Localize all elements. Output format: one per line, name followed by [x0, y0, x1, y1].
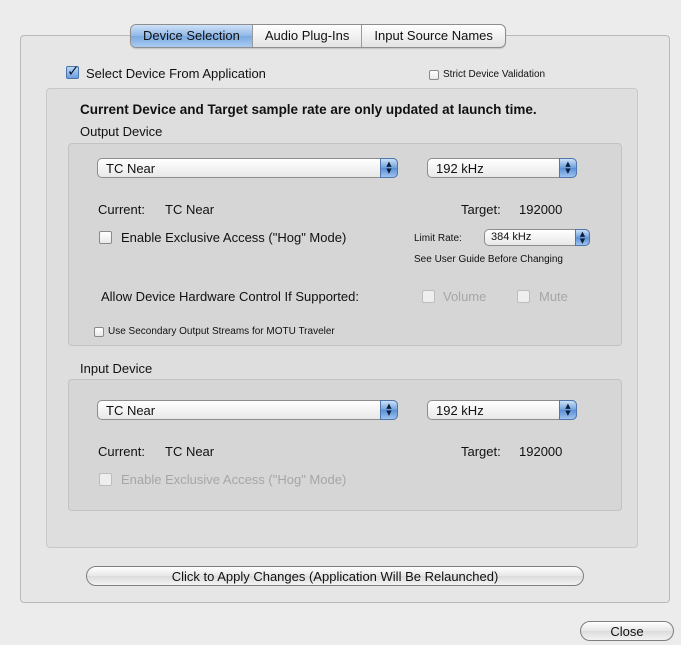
select-device-label: Select Device From Application — [86, 66, 266, 81]
mute-checkbox[interactable] — [517, 290, 530, 303]
limit-rate-label: Limit Rate: — [414, 233, 462, 244]
output-hog-mode-checkbox[interactable] — [99, 231, 112, 244]
input-current-label: Current: — [98, 444, 145, 459]
output-rate-popup[interactable]: 192 kHz ▲ ▼ — [427, 158, 577, 178]
input-hog-mode-label: Enable Exclusive Access ("Hog" Mode) — [121, 472, 347, 487]
user-guide-note: See User Guide Before Changing — [414, 254, 563, 265]
launch-time-notice: Current Device and Target sample rate ar… — [80, 102, 537, 117]
tab-bar: Device Selection Audio Plug-Ins Input So… — [130, 24, 506, 48]
secondary-streams-label: Use Secondary Output Streams for MOTU Tr… — [108, 326, 335, 337]
input-rate-popup[interactable]: 192 kHz ▲ ▼ — [427, 400, 577, 420]
limit-rate-popup[interactable]: 384 kHz ▲ ▼ — [484, 229, 590, 246]
output-device-group-label: Output Device — [80, 124, 163, 139]
hw-control-label: Allow Device Hardware Control If Support… — [101, 289, 359, 304]
input-current-value: TC Near — [165, 444, 215, 459]
limit-rate-value: 384 kHz — [491, 231, 532, 243]
output-device-value: TC Near — [106, 161, 156, 176]
input-hog-mode-checkbox[interactable] — [99, 473, 112, 486]
secondary-streams-checkbox[interactable] — [94, 327, 104, 337]
mute-label: Mute — [539, 289, 568, 304]
input-device-value: TC Near — [106, 403, 156, 418]
output-target-value: 192000 — [519, 202, 563, 217]
close-button[interactable]: Close — [580, 621, 674, 641]
strict-validation-checkbox[interactable] — [429, 70, 439, 80]
output-hog-mode-label: Enable Exclusive Access ("Hog" Mode) — [121, 230, 347, 245]
output-rate-value: 192 kHz — [436, 161, 484, 176]
input-target-value: 192000 — [519, 444, 563, 459]
tab-audio-plugins[interactable]: Audio Plug-Ins — [251, 25, 362, 47]
input-rate-value: 192 kHz — [436, 403, 484, 418]
up-down-arrows-icon: ▲ ▼ — [559, 400, 577, 420]
output-target-label: Target: — [461, 202, 501, 217]
up-down-arrows-icon: ▲ ▼ — [380, 158, 398, 178]
up-down-arrows-icon: ▲ ▼ — [559, 158, 577, 178]
tab-input-source-names[interactable]: Input Source Names — [361, 25, 505, 47]
up-down-arrows-icon: ▲ ▼ — [380, 400, 398, 420]
output-current-label: Current: — [98, 202, 145, 217]
volume-label: Volume — [443, 289, 487, 304]
input-device-group-label: Input Device — [80, 361, 153, 376]
input-target-label: Target: — [461, 444, 501, 459]
output-device-popup[interactable]: TC Near ▲ ▼ — [97, 158, 398, 178]
input-device-popup[interactable]: TC Near ▲ ▼ — [97, 400, 398, 420]
tab-device-selection[interactable]: Device Selection — [131, 25, 252, 47]
output-current-value: TC Near — [165, 202, 215, 217]
select-device-checkbox[interactable] — [66, 62, 80, 80]
strict-validation-label: Strict Device Validation — [443, 69, 546, 80]
volume-checkbox[interactable] — [422, 290, 435, 303]
up-down-arrows-icon: ▲ ▼ — [575, 229, 590, 246]
apply-changes-button[interactable]: Click to Apply Changes (Application Will… — [86, 566, 584, 586]
